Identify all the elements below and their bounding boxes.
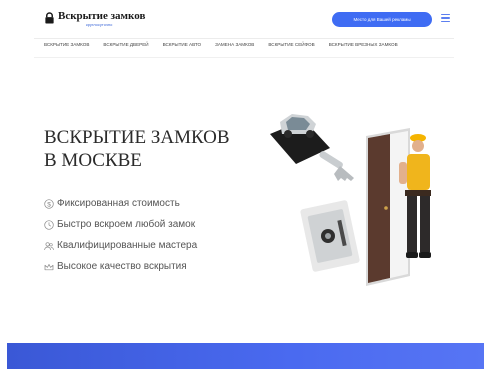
svg-text:$: $ bbox=[47, 201, 51, 208]
logo-tagline: круглосуточно bbox=[86, 22, 113, 27]
safe-lock-icon bbox=[300, 200, 360, 272]
feature-item: Высокое качество вскрытия bbox=[44, 256, 197, 277]
nav-item-lock-opening[interactable]: Вскрытие замков bbox=[44, 42, 89, 52]
site-header: Вскрытие замков круглосуточно Место для … bbox=[0, 0, 484, 36]
lock-icon bbox=[45, 12, 54, 24]
feature-list: $ Фиксированная стоимость Быстро вскроем… bbox=[44, 193, 197, 277]
bottom-banner bbox=[7, 343, 484, 369]
dollar-icon: $ bbox=[44, 198, 54, 209]
car-key-fob-icon bbox=[270, 114, 354, 181]
nav-item-car-opening[interactable]: Вскрытие авто bbox=[163, 42, 201, 52]
header-divider bbox=[34, 38, 454, 39]
users-icon bbox=[44, 241, 54, 250]
feature-label: Быстро вскроем любой замок bbox=[57, 219, 196, 230]
hamburger-menu-icon[interactable] bbox=[441, 14, 450, 23]
nav-item-lock-replacement[interactable]: Замена замков bbox=[215, 42, 254, 52]
nav-item-door-opening[interactable]: Вскрытие дверей bbox=[103, 42, 148, 52]
crown-icon bbox=[44, 263, 54, 270]
door-icon bbox=[366, 128, 410, 286]
hero-title: ВСКРЫТИЕ ЗАМКОВ В МОСКВЕ bbox=[44, 126, 264, 172]
hero-title-line-2: В МОСКВЕ bbox=[44, 150, 142, 171]
feature-label: Высокое качество вскрытия bbox=[57, 261, 187, 272]
hero-illustration bbox=[270, 114, 431, 286]
nav-divider bbox=[34, 57, 454, 58]
clock-icon bbox=[44, 219, 54, 230]
logo-title: Вскрытие замков bbox=[58, 10, 146, 22]
feature-item: Квалифицированные мастера bbox=[44, 235, 197, 256]
feature-item: $ Фиксированная стоимость bbox=[44, 193, 197, 214]
ad-placement-button[interactable]: Место для Вашей рекламы bbox=[332, 12, 432, 27]
main-nav: Вскрытие замков Вскрытие дверей Вскрытие… bbox=[44, 42, 454, 52]
nav-item-mortise-lock-opening[interactable]: Вскрытие врезных замков bbox=[329, 42, 398, 52]
feature-label: Квалифицированные мастера bbox=[57, 240, 198, 251]
logo[interactable]: Вскрытие замков круглосуточно bbox=[44, 11, 145, 27]
hero-title-line-1: ВСКРЫТИЕ ЗАМКОВ bbox=[44, 127, 230, 148]
nav-item-safe-opening[interactable]: Вскрытие сейфов bbox=[268, 42, 314, 52]
feature-label: Фиксированная стоимость bbox=[57, 198, 180, 209]
feature-item: Быстро вскроем любой замок bbox=[44, 214, 197, 235]
